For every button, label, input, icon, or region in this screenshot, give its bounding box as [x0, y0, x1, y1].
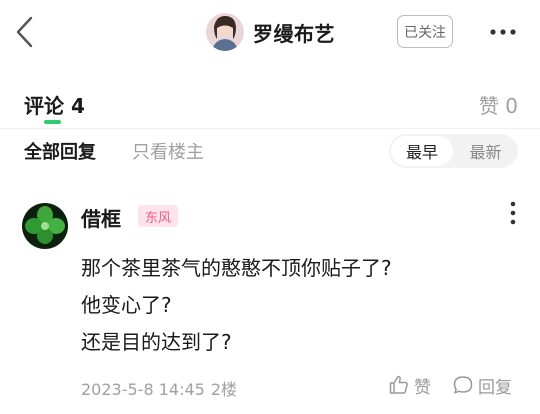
- user-tag-badge: 东风: [138, 205, 179, 227]
- tabs-row: 评论 4 赞 0: [0, 78, 540, 128]
- sort-toggle: 最早 最新: [389, 134, 518, 168]
- tab-comments[interactable]: 评论 4: [24, 90, 85, 119]
- more-options-button[interactable]: [488, 22, 518, 42]
- more-horizontal-icon: [490, 29, 516, 35]
- thumbs-up-icon: [389, 375, 408, 394]
- filter-row: 全部回复 只看楼主 最早 最新: [0, 130, 540, 170]
- comment-timestamp: 2023-5-8 14:45: [81, 380, 205, 399]
- back-button[interactable]: [12, 14, 38, 50]
- tab-likes[interactable]: 赞 0: [479, 90, 518, 119]
- filter-op-only[interactable]: 只看楼主: [132, 138, 204, 164]
- comment-text-line: 他变心了?: [81, 293, 172, 317]
- like-button[interactable]: 赞: [388, 373, 431, 398]
- comment-text-line: 那个茶里茶气的憨憨不顶你贴子了?: [81, 256, 392, 280]
- filter-all-replies[interactable]: 全部回复: [24, 138, 96, 164]
- follow-button[interactable]: 已关注: [397, 15, 453, 48]
- commenter-name[interactable]: 借框: [81, 203, 121, 232]
- top-nav-bar: 罗缦布艺 已关注: [0, 0, 540, 66]
- sort-earliest-button[interactable]: 最早: [391, 136, 453, 166]
- floor-number: 2楼: [210, 380, 238, 399]
- sort-latest-button[interactable]: 最新: [455, 136, 516, 166]
- like-label: 赞: [414, 377, 431, 398]
- owner-avatar[interactable]: [206, 13, 244, 51]
- more-vertical-icon: [510, 201, 516, 225]
- thread-owner[interactable]: 罗缦布艺: [206, 13, 335, 51]
- commenter-avatar[interactable]: [22, 203, 68, 249]
- chat-bubble-icon: [453, 376, 473, 394]
- comment-text-line: 还是目的达到了?: [81, 330, 232, 354]
- comment-more-button[interactable]: [505, 200, 521, 226]
- reply-label: 回复: [478, 377, 512, 398]
- active-tab-indicator: [44, 120, 61, 124]
- chevron-left-icon: [16, 16, 33, 48]
- reply-button[interactable]: 回复: [452, 373, 512, 398]
- comment-meta: 2023-5-8 14:45 2楼: [81, 376, 237, 400]
- comment-item: 借框 东风 那个茶里茶气的憨憨不顶你贴子了? 他变心了? 还是目的达到了? 20…: [0, 195, 540, 414]
- owner-username: 罗缦布艺: [253, 21, 335, 46]
- divider: [0, 128, 540, 129]
